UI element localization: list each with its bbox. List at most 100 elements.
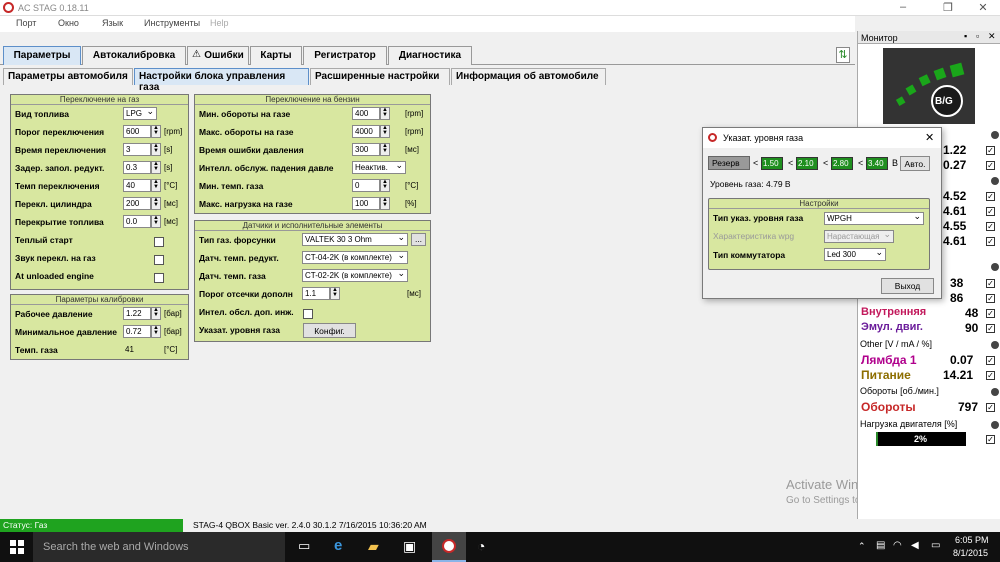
menu-window[interactable]: Окно: [58, 18, 79, 28]
tab-advanced[interactable]: Расширенные настройки: [310, 68, 450, 85]
unloaded-engine-checkbox[interactable]: [154, 273, 164, 283]
gear-icon[interactable]: [991, 388, 999, 396]
gear-icon[interactable]: [991, 421, 999, 429]
max-rpm-input[interactable]: 4000: [352, 125, 380, 138]
warm-start-checkbox[interactable]: [154, 237, 164, 247]
spinner[interactable]: ▲ ▼: [151, 215, 161, 228]
spinner[interactable]: ▲ ▼: [151, 325, 161, 338]
maximize-icon[interactable]: ❐: [935, 1, 961, 14]
checkbox[interactable]: ✓: [986, 324, 995, 333]
menu-language[interactable]: Язык: [102, 18, 123, 28]
connection-icon[interactable]: ⇅: [836, 47, 850, 63]
min-gas-temp-input[interactable]: 0: [352, 179, 380, 192]
tab-diagnostics[interactable]: Диагностика: [388, 46, 472, 65]
gear-icon[interactable]: [991, 131, 999, 139]
switch-time-input[interactable]: 3: [123, 143, 151, 156]
spinner[interactable]: ▲ ▼: [151, 125, 161, 138]
config-button[interactable]: Конфиг.: [303, 323, 356, 338]
tab-recorder[interactable]: Регистратор: [303, 46, 387, 65]
spinner[interactable]: ▲ ▼: [151, 197, 161, 210]
wifi-icon[interactable]: ◠: [893, 540, 902, 551]
cutoff-input[interactable]: 1.1: [302, 287, 330, 300]
network-icon[interactable]: ▤: [876, 540, 885, 551]
wpg-characteristic-select[interactable]: Нарастающая: [824, 230, 894, 243]
close-monitor-icon[interactable]: ✕: [988, 31, 996, 42]
task-view-icon[interactable]: ▭: [298, 538, 310, 554]
gear-icon[interactable]: [991, 341, 999, 349]
reducer-delay-input[interactable]: 0.3: [123, 161, 151, 174]
intel-pressure-select[interactable]: Неактив.: [352, 161, 406, 174]
spinner[interactable]: ▲ ▼: [151, 307, 161, 320]
level-threshold-3[interactable]: 2.80: [831, 157, 853, 170]
checkbox[interactable]: ✓: [986, 309, 995, 318]
auto-button[interactable]: Авто.: [900, 156, 930, 171]
checkbox[interactable]: ✓: [986, 222, 995, 231]
spinner[interactable]: ▲ ▼: [380, 125, 390, 138]
search-box[interactable]: Search the web and Windows: [33, 532, 285, 562]
app-icon-2[interactable]: ◔: [477, 538, 485, 554]
notifications-icon[interactable]: ▭: [931, 540, 940, 551]
clock-date[interactable]: 8/1/2015: [953, 548, 988, 558]
dialog-close-icon[interactable]: ✕: [925, 131, 934, 144]
tab-ecu-settings[interactable]: Настройки блока управления газа: [134, 68, 309, 93]
menu-port[interactable]: Порт: [16, 18, 36, 28]
spinner[interactable]: ▲ ▼: [151, 161, 161, 174]
intel-injector-checkbox[interactable]: [303, 309, 313, 319]
switch-threshold-input[interactable]: 600: [123, 125, 151, 138]
switch-temp-input[interactable]: 40: [123, 179, 151, 192]
switch-type-select[interactable]: Led 300: [824, 248, 886, 261]
tray-chevron-icon[interactable]: ⌃: [858, 541, 866, 552]
spinner[interactable]: ▲ ▼: [151, 179, 161, 192]
checkbox[interactable]: ✓: [986, 161, 995, 170]
pin-icon[interactable]: ▪: [964, 31, 967, 41]
pressure-error-time-input[interactable]: 300: [352, 143, 380, 156]
taskbar-stag-app[interactable]: [432, 532, 466, 562]
injector-more-button[interactable]: ...: [411, 233, 426, 246]
volume-icon[interactable]: ◀: [911, 540, 919, 551]
file-explorer-icon[interactable]: ▰: [368, 538, 379, 555]
checkbox[interactable]: ✓: [986, 356, 995, 365]
exit-button[interactable]: Выход: [881, 278, 934, 294]
cylinder-switch-input[interactable]: 200: [123, 197, 151, 210]
spinner[interactable]: ▲ ▼: [330, 287, 340, 300]
switch-indicator[interactable]: B/G: [883, 48, 975, 124]
clock-time[interactable]: 6:05 PM: [955, 535, 989, 545]
level-threshold-1[interactable]: 1.50: [761, 157, 783, 170]
menu-help[interactable]: Help: [210, 18, 229, 28]
tab-parameters[interactable]: Параметры: [3, 46, 81, 65]
spinner[interactable]: ▲ ▼: [380, 143, 390, 156]
level-threshold-2[interactable]: 2.10: [796, 157, 818, 170]
checkbox[interactable]: ✓: [986, 371, 995, 380]
checkbox[interactable]: ✓: [986, 294, 995, 303]
gear-icon[interactable]: [991, 177, 999, 185]
tab-errors[interactable]: ⚠ Ошибки: [187, 46, 249, 65]
tab-car-info[interactable]: Информация об автомобиле: [451, 68, 606, 85]
working-pressure-input[interactable]: 1.22: [123, 307, 151, 320]
checkbox[interactable]: ✓: [986, 237, 995, 246]
injector-select[interactable]: VALTEK 30 3 Ohm: [302, 233, 408, 246]
checkbox[interactable]: ✓: [986, 146, 995, 155]
level-threshold-4[interactable]: 3.40: [866, 157, 888, 170]
spinner[interactable]: ▲ ▼: [380, 197, 390, 210]
max-load-input[interactable]: 100: [352, 197, 380, 210]
checkbox[interactable]: ✓: [986, 279, 995, 288]
indicator-type-select[interactable]: WPGH: [824, 212, 924, 225]
checkbox[interactable]: ✓: [986, 435, 995, 444]
spinner[interactable]: ▲ ▼: [151, 143, 161, 156]
switch-sound-checkbox[interactable]: [154, 255, 164, 265]
edge-icon[interactable]: e: [334, 537, 342, 554]
checkbox[interactable]: ✓: [986, 192, 995, 201]
tab-maps[interactable]: Карты: [250, 46, 302, 65]
minimize-icon[interactable]: –: [890, 1, 916, 13]
checkbox[interactable]: ✓: [986, 207, 995, 216]
reducer-temp-select[interactable]: CT-04-2K (в комплекте): [302, 251, 408, 264]
fuel-type-select[interactable]: LPG: [123, 107, 157, 120]
checkbox[interactable]: ✓: [986, 403, 995, 412]
menu-tools[interactable]: Инструменты: [144, 18, 200, 28]
spinner[interactable]: ▲ ▼: [380, 107, 390, 120]
spinner[interactable]: ▲ ▼: [380, 179, 390, 192]
gas-temp-sensor-select[interactable]: CT-02-2K (в комплекте): [302, 269, 408, 282]
fuel-overlap-input[interactable]: 0.0: [123, 215, 151, 228]
start-icon[interactable]: [10, 540, 24, 554]
restore-icon[interactable]: ▫: [976, 31, 979, 41]
